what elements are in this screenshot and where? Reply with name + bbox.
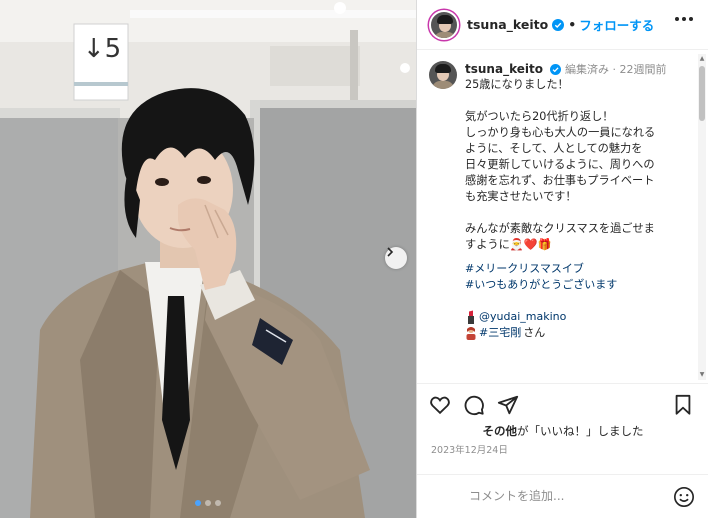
post-age[interactable]: 22週間前 bbox=[619, 63, 666, 76]
scroll-up-arrow[interactable]: ▲ bbox=[698, 55, 706, 63]
post-header: tsuna_keito • フォローする bbox=[417, 0, 708, 50]
caption: tsuna_keito 編集済み · 22週間前 25歳になりました！ 気がつい… bbox=[429, 61, 695, 341]
scroll-down-arrow[interactable]: ▼ bbox=[698, 371, 706, 379]
carousel-dot bbox=[205, 500, 211, 506]
bookmark-icon[interactable] bbox=[673, 394, 693, 416]
post-photo[interactable]: ↓5 bbox=[0, 0, 416, 518]
lipstick-icon bbox=[468, 310, 474, 324]
verified-icon bbox=[550, 64, 562, 75]
edited-label: 編集済み bbox=[564, 63, 609, 76]
carousel-dot bbox=[215, 500, 221, 506]
post-date[interactable]: 2023年12月24日 bbox=[431, 442, 508, 456]
heart-icon[interactable] bbox=[429, 394, 451, 416]
mention-link[interactable]: @yudai_makino bbox=[479, 309, 566, 325]
mention-suffix: さん bbox=[523, 326, 546, 339]
follow-button[interactable]: フォローする bbox=[579, 15, 654, 34]
likes-summary: その他が「いいね！」しました bbox=[417, 423, 708, 439]
hashtag-link[interactable]: #いつもありがとうございます bbox=[465, 277, 695, 293]
photo-illustration bbox=[0, 0, 416, 518]
caption-avatar[interactable] bbox=[429, 61, 457, 89]
hashtag-link[interactable]: #メリークリスマスイブ bbox=[465, 261, 695, 277]
caption-text: 25歳になりました！ 気がついたら20代折り返し！ しっかり身も心も大人の一員に… bbox=[465, 78, 656, 251]
floor-sign-text: ↓5 bbox=[82, 34, 122, 64]
separator-dot: • bbox=[568, 17, 577, 32]
comments-area: tsuna_keito 編集済み · 22週間前 25歳になりました！ 気がつい… bbox=[417, 51, 708, 381]
header-username[interactable]: tsuna_keito bbox=[467, 17, 548, 32]
add-comment-bar bbox=[417, 474, 708, 518]
caption-username[interactable]: tsuna_keito bbox=[465, 62, 543, 76]
next-photo-button[interactable] bbox=[385, 247, 407, 269]
emoji-icon[interactable] bbox=[673, 486, 695, 508]
instagram-post-modal: ↓5 tsuna_keito • フォローする tsuna_keito 編集済み… bbox=[0, 0, 708, 518]
carousel-dot-active bbox=[195, 500, 201, 506]
likes-suffix: が「いいね！」しました bbox=[517, 424, 644, 438]
avatar[interactable] bbox=[429, 9, 459, 40]
likes-others-link[interactable]: その他 bbox=[483, 424, 518, 438]
meta-separator: · bbox=[612, 63, 616, 76]
comment-icon[interactable] bbox=[463, 394, 485, 416]
person-icon bbox=[466, 327, 476, 340]
share-icon[interactable] bbox=[497, 394, 519, 416]
comment-input[interactable] bbox=[469, 489, 649, 503]
more-icon[interactable] bbox=[675, 17, 693, 21]
carousel-dots bbox=[0, 500, 416, 506]
post-actions: その他が「いいね！」しました 2023年12月24日 bbox=[417, 383, 708, 518]
verified-icon bbox=[552, 18, 565, 31]
post-side-panel: tsuna_keito • フォローする tsuna_keito 編集済み · … bbox=[416, 0, 708, 518]
chevron-right-icon bbox=[387, 247, 394, 257]
comments-scrollbar[interactable]: ▲ ▼ bbox=[698, 54, 706, 380]
scroll-thumb[interactable] bbox=[699, 66, 705, 121]
mention-hashtag-link[interactable]: #三宅剛 bbox=[479, 325, 521, 341]
